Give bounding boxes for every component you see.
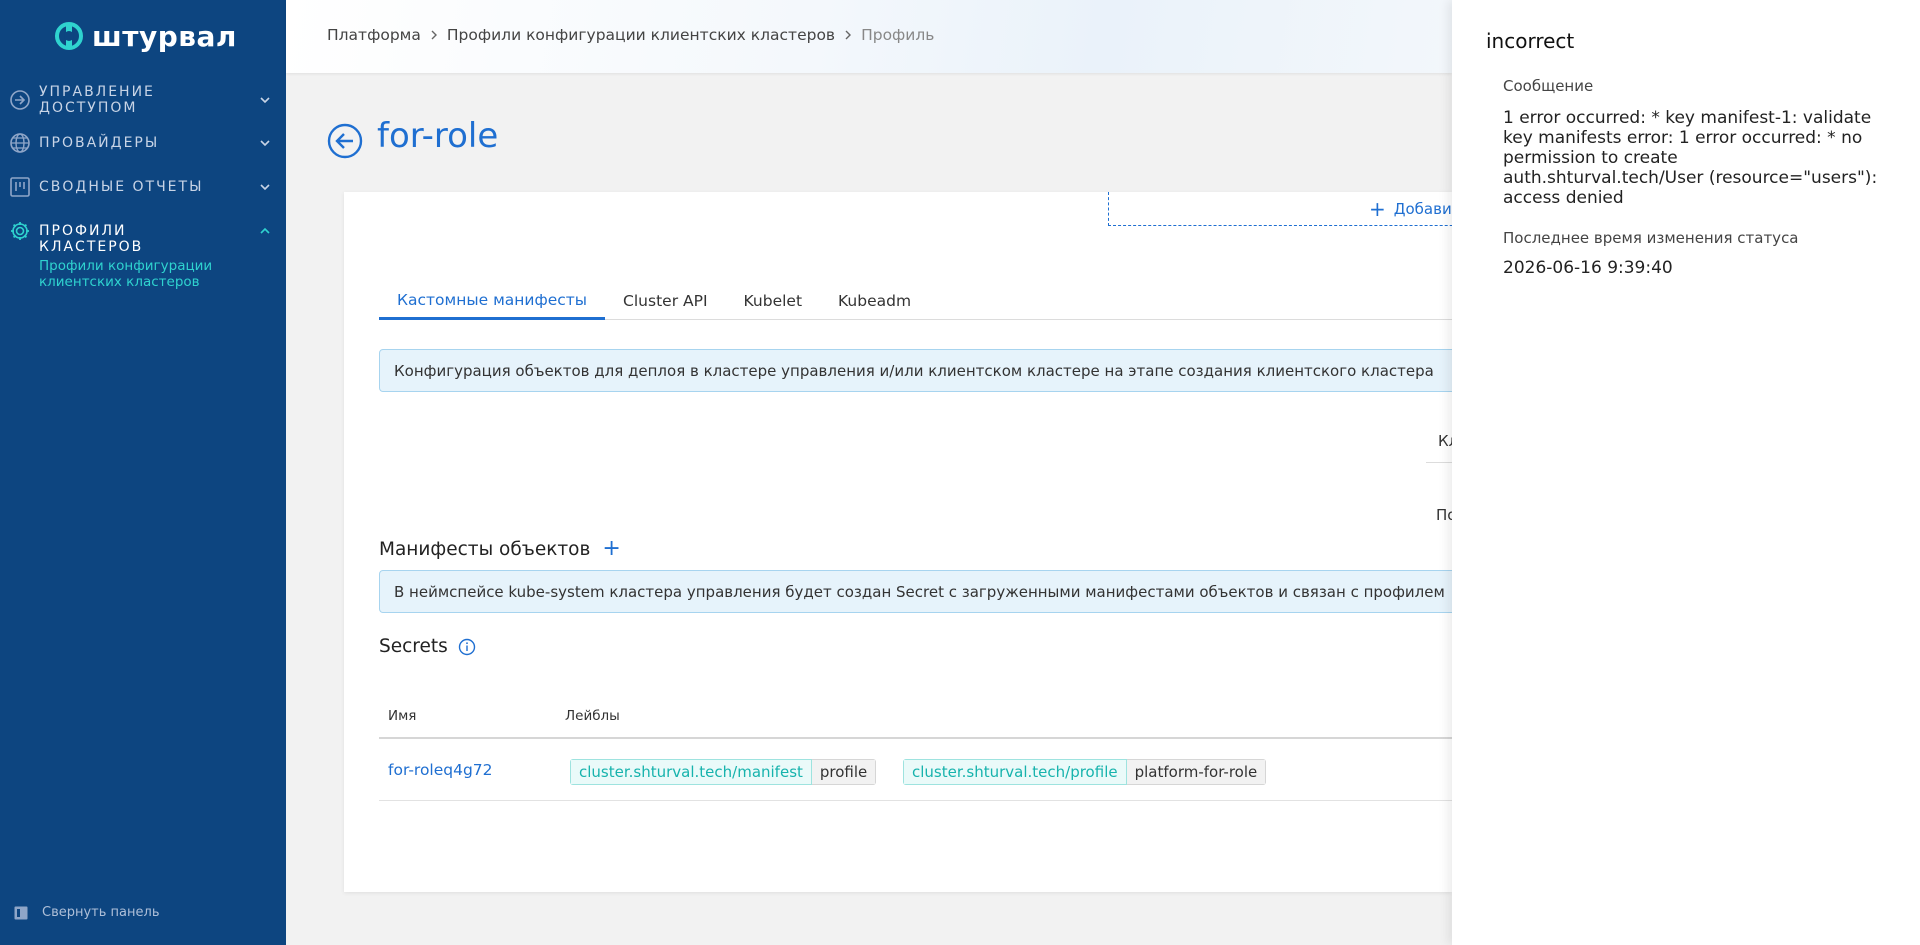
- info-manifests-alert: В неймспейсе kube-system кластера управл…: [379, 570, 1452, 613]
- column-header-name: Имя: [388, 708, 417, 724]
- status-panel: incorrect Сообщение 1 error occurred: * …: [1452, 0, 1920, 945]
- chevron-right-icon: [845, 30, 852, 40]
- secrets-section-header: Secrets: [379, 636, 476, 657]
- add-manifest-button[interactable]: +: [602, 538, 620, 560]
- cut-off-label: Кл: [1438, 432, 1452, 450]
- label-value: profile: [811, 759, 877, 785]
- manifests-section-header: Манифесты объектов +: [379, 538, 621, 560]
- label-chip: cluster.shturval.tech/profile platform-f…: [903, 759, 1267, 785]
- tab-kubeadm[interactable]: Kubeadm: [820, 282, 929, 320]
- gear-icon: [11, 222, 29, 240]
- table-header: Имя Лейблы: [379, 695, 1452, 739]
- tabs: Кастомные манифесты Cluster API Kubelet …: [379, 282, 1452, 320]
- sidebar-item-label: Провайдеры: [39, 135, 160, 151]
- sidebar-item-providers[interactable]: Провайдеры: [0, 132, 286, 154]
- breadcrumb-platform[interactable]: Платформа: [327, 26, 421, 44]
- message-label: Сообщение: [1503, 77, 1594, 95]
- manifests-title: Манифесты объектов: [379, 538, 591, 560]
- sidebar-item-access[interactable]: Управление доступом: [0, 82, 286, 118]
- breadcrumb-profile: Профиль: [861, 26, 935, 44]
- page-title: for-role: [377, 116, 499, 156]
- kanban-board-icon: [10, 177, 30, 197]
- sidebar-item-label: Сводные отчеты: [39, 179, 204, 195]
- divider: [1426, 462, 1452, 463]
- panel-collapse-icon: [14, 906, 28, 919]
- collapse-panel-button[interactable]: Свернуть панель: [14, 905, 159, 920]
- sidebar-subitem-client-cluster-profiles[interactable]: Профили конфигурации клиентских кластеро…: [39, 258, 239, 290]
- label-key: cluster.shturval.tech/profile: [903, 759, 1127, 785]
- chevron-up-icon: [260, 227, 270, 234]
- profile-card: + Добавит Кастомные манифесты Cluster AP…: [344, 192, 1452, 892]
- secrets-table: Имя Лейблы for-roleq4g72 cluster.shturva…: [379, 695, 1452, 801]
- sidebar-item-label: Управление доступом: [39, 84, 155, 116]
- error-message: 1 error occurred: * key manifest-1: vali…: [1503, 108, 1878, 208]
- tab-cluster-api[interactable]: Cluster API: [605, 282, 725, 320]
- sidebar: штурвал Управление доступом Провайдеры С…: [0, 0, 286, 945]
- brand-logo[interactable]: штурвал: [54, 16, 237, 56]
- sidebar-item-cluster-profiles[interactable]: Профили кластеров: [0, 220, 286, 255]
- breadcrumb: Платформа Профили конфигурации клиентски…: [327, 26, 934, 44]
- secrets-title: Secrets: [379, 636, 448, 657]
- chevron-down-icon: [260, 184, 270, 191]
- brand-name: штурвал: [92, 19, 237, 53]
- chevron-right-icon: [431, 30, 437, 40]
- label-value: platform-for-role: [1126, 759, 1267, 785]
- label-key: cluster.shturval.tech/manifest: [570, 759, 812, 785]
- chevron-down-icon: [260, 97, 270, 104]
- add-label: Добавит: [1393, 199, 1452, 218]
- breadcrumb-profiles[interactable]: Профили конфигурации клиентских кластеро…: [447, 26, 835, 44]
- chevron-down-icon: [260, 140, 270, 147]
- info-icon[interactable]: [458, 638, 476, 656]
- back-arrow-icon[interactable]: [327, 123, 363, 159]
- collapse-panel-label: Свернуть панель: [42, 905, 160, 920]
- tab-kubelet[interactable]: Kubelet: [726, 282, 821, 320]
- sidebar-item-reports[interactable]: Сводные отчеты: [0, 176, 286, 198]
- login-arrow-icon: [10, 90, 30, 110]
- table-row: for-roleq4g72 cluster.shturval.tech/mani…: [379, 741, 1452, 801]
- label-chip: cluster.shturval.tech/manifest profile: [570, 759, 877, 785]
- secret-name-link[interactable]: for-roleq4g72: [388, 761, 493, 779]
- status-time-label: Последнее время изменения статуса: [1503, 229, 1799, 247]
- column-header-labels: Лейблы: [565, 708, 620, 724]
- sidebar-item-label: Профили кластеров: [39, 223, 144, 255]
- status-panel-title: incorrect: [1486, 29, 1575, 53]
- plus-icon: +: [1369, 196, 1386, 221]
- shturval-logo-icon: [55, 22, 83, 50]
- add-button[interactable]: + Добавит: [1108, 192, 1452, 226]
- status-time-value: 2026-06-16 9:39:40: [1503, 258, 1673, 278]
- tab-custom-manifests[interactable]: Кастомные манифесты: [379, 282, 606, 320]
- top-bar: Платформа Профили конфигурации клиентски…: [286, 0, 1452, 73]
- globe-icon: [10, 133, 30, 153]
- cut-off-label: По: [1436, 506, 1452, 524]
- info-config-alert: Конфигурация объектов для деплоя в класт…: [379, 349, 1452, 392]
